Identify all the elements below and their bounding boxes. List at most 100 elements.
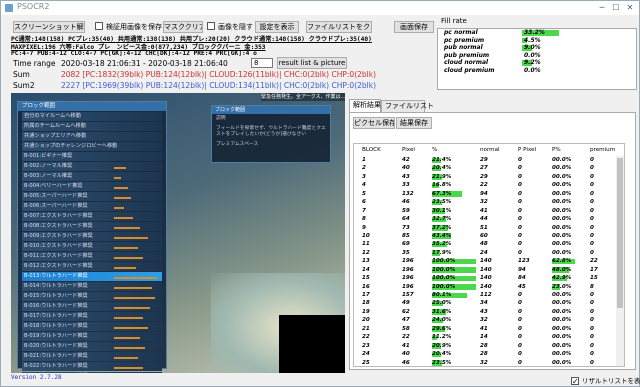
table-cell: 16	[362, 283, 370, 290]
table-row[interactable]: 6 46 23.5% 32 0 00.0% 0	[354, 198, 624, 206]
column-header[interactable]: %	[432, 144, 437, 156]
table-cell: 29	[480, 157, 488, 163]
time-range-label: Time range	[13, 59, 56, 68]
table-cell: 0	[590, 232, 594, 239]
block-list-label: B-001:ビギナー推奨	[24, 153, 73, 159]
table-cell: 67.3%	[432, 190, 452, 197]
table-row[interactable]: 8 64 32.7% 44 0 00.0% 0	[354, 215, 624, 223]
table-row[interactable]: 19 62 31.6% 43 0 00.0% 0	[354, 308, 624, 316]
table-row[interactable]: 5 132 67.3% 94 0 00.0% 0	[354, 190, 624, 198]
table-cell: 5	[362, 190, 366, 197]
table-cell: 37.2%	[432, 224, 452, 231]
hide-image-checkbox[interactable]: 画像を隠す	[207, 21, 253, 33]
table-row[interactable]: 18 49 25.0% 34 0 00.0% 0	[354, 299, 624, 307]
block-list-label: B-010:エクストラハード推奨	[24, 243, 93, 249]
table-cell: 00.0%	[552, 359, 572, 366]
block-population-bar	[114, 287, 153, 289]
table-row[interactable]: 24 40 20.4% 28 0 00.0% 0	[354, 350, 624, 358]
result-save-button[interactable]: 結果保存	[396, 117, 432, 129]
interval-field[interactable]: 8	[251, 58, 273, 68]
table-cell: 29.6%	[432, 325, 452, 332]
table-row[interactable]: 4 33 16.8% 22 0 00.0% 0	[354, 181, 624, 189]
table-cell: 8	[362, 216, 366, 223]
table-row[interactable]: 15 196 100.0% 140 84 42.9% 15	[354, 274, 624, 282]
column-header[interactable]: P%	[552, 144, 561, 156]
block-list-label: B-015:ウルトラハード推奨	[24, 293, 88, 299]
show-result-list-checkbox[interactable]: リザルトリストを表示	[571, 375, 640, 387]
checkbox-box[interactable]	[95, 22, 103, 30]
table-row[interactable]: 12 35 17.9% 24 0 00.0% 0	[354, 249, 624, 257]
clear-file-list-button[interactable]: ファイルリストをクリア	[306, 21, 372, 33]
show-settings-button[interactable]: 設定を表示	[255, 21, 299, 33]
result-list-picture-button[interactable]: result list & picture	[277, 57, 347, 69]
table-row[interactable]: 20 47 24.0% 32 0 00.0% 0	[354, 316, 624, 324]
block-list-panel: ブロック範囲 自分のマイルームへ移動 所属のチームルームへ移動 共通ショップエリアへ…	[17, 101, 167, 373]
checkbox-box[interactable]	[571, 377, 579, 385]
block-population-bar	[114, 247, 138, 249]
results-body: ピクセル保存 結果保存 BLOCK Pixel% normal P Pixel P% pr…	[349, 112, 636, 370]
block-population-bar	[114, 177, 122, 179]
column-header[interactable]: normal	[480, 144, 500, 156]
table-cell: 123	[518, 258, 530, 265]
block-list-label: B-018:ウルトラハード推奨	[24, 323, 88, 329]
table-row[interactable]: 22 22 11.2% 14 0 00.0% 0	[354, 333, 624, 341]
table-row[interactable]: 2 40 20.4% 27 0 00.0% 0	[354, 164, 624, 172]
table-cell: 44	[480, 216, 488, 223]
table-row[interactable]: 13 196 100.0% 140 123 62.8% 22	[354, 257, 624, 265]
table-row[interactable]: 17 157 80.1% 112 0 00.0% 0	[354, 291, 624, 299]
results-grid-rows: 1 42 21.4% 29 0 00.0% 0 2 40 20.4% 27 0 00.0% 0 3 43 21.…	[354, 156, 624, 367]
block-info-panel: ブロック範囲 説明 フィールドを探索せず、ウルトラハード難度とクエストをプレイし…	[211, 105, 331, 163]
block-population-bar	[114, 367, 143, 369]
block-population-bar	[114, 327, 148, 329]
column-header[interactable]: Pixel	[402, 144, 415, 156]
save-verify-image-checkbox[interactable]: 検証用画像を保存	[95, 21, 162, 33]
table-row[interactable]: 7 59 30.1% 41 0 00.0% 0	[354, 207, 624, 215]
checkbox-label: リザルトリストを表示	[582, 377, 640, 385]
block-list-label: B-008:エクストラハード推奨	[24, 223, 93, 229]
table-row[interactable]: 3 43 21.9% 29 0 00.0% 0	[354, 173, 624, 181]
table-cell: 10	[362, 232, 370, 239]
checkbox-box[interactable]	[207, 22, 215, 30]
table-row[interactable]: 1 42 21.4% 29 0 00.0% 0	[354, 156, 624, 164]
screenshot-analyze-button[interactable]: スクリーンショット解析	[13, 21, 85, 33]
table-row[interactable]: 23 41 20.9% 28 0 00.0% 0	[354, 342, 624, 350]
minimize-icon[interactable]: ─	[595, 1, 609, 15]
table-cell: 85	[402, 232, 410, 239]
fill-rate-row: pc premium 4.5%	[438, 37, 636, 45]
maximize-icon[interactable]: ☐	[609, 1, 623, 15]
block-list-item: B-008:エクストラハード推奨	[22, 222, 162, 231]
table-cell: 23.5%	[432, 359, 452, 366]
block-population-bar	[114, 217, 134, 219]
block-population-bar	[114, 257, 143, 259]
tab-analysis-result[interactable]: 解析結果	[349, 99, 381, 112]
results-grid[interactable]: BLOCK Pixel% normal P Pixel P% premium 1 42 21.…	[353, 143, 625, 367]
table-cell: 0	[590, 308, 594, 315]
table-row[interactable]: 9 73 37.2% 51 0 00.0% 0	[354, 224, 624, 232]
table-cell: 0	[518, 165, 522, 172]
column-header[interactable]: BLOCK	[362, 144, 381, 156]
fill-rate-value: 4.5%	[524, 36, 541, 44]
block-list-label: B-007:エクストラハード推奨	[24, 213, 93, 219]
tab-file-list[interactable]: ファイルリスト	[381, 100, 434, 112]
mask-clear-button[interactable]: マスククリア	[163, 21, 203, 33]
table-cell: 0	[518, 207, 522, 214]
scrollbar-thumb[interactable]	[617, 158, 623, 308]
table-row[interactable]: 10 85 43.4% 60 0 00.0% 0	[354, 232, 624, 240]
table-cell: 42.9%	[552, 275, 572, 282]
column-header[interactable]: premium	[590, 144, 615, 156]
table-row[interactable]: 25 46 23.5% 32 0 00.0% 0	[354, 359, 624, 367]
table-row[interactable]: 21 58 29.6% 41 0 00.0% 0	[354, 325, 624, 333]
block-list-label: B-017:ウルトラハード推奨	[24, 313, 88, 319]
table-cell: 00.0%	[552, 342, 572, 349]
table-cell: 0	[590, 300, 594, 307]
table-row[interactable]: 16 196 100.0% 140 45 23.0% 8	[354, 283, 624, 291]
column-header[interactable]: P Pixel	[518, 144, 536, 156]
table-cell: 00.0%	[552, 165, 572, 172]
table-row[interactable]: 11 69 35.2% 48 0 00.0% 0	[354, 240, 624, 248]
table-row[interactable]: 14 196 100.0% 140 94 48.0% 17	[354, 266, 624, 274]
pixel-save-button[interactable]: ピクセル保存	[353, 117, 395, 129]
results-grid-scrollbar[interactable]	[616, 156, 624, 366]
save-screen-button[interactable]: 画面保存	[394, 21, 434, 33]
close-icon[interactable]: ✕	[623, 1, 637, 15]
block-list-label: B-005:スーパーハード推奨	[24, 193, 88, 199]
